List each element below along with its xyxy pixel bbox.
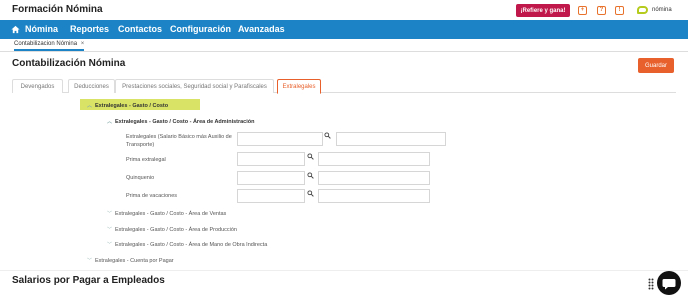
group-ventas-label: Extralegales - Gasto / Costo - Área de V…: [115, 211, 227, 217]
account-input[interactable]: [237, 189, 305, 203]
section-tabs: Devengados Deducciones Prestaciones soci…: [12, 79, 676, 94]
close-icon[interactable]: ×: [81, 41, 85, 47]
account-input[interactable]: [237, 152, 305, 166]
field-label-prima-extralegal: Prima extralegal: [126, 157, 166, 163]
nav-item-reportes[interactable]: Reportes: [70, 24, 109, 34]
tab-deducciones[interactable]: Deducciones: [68, 79, 115, 93]
account-name-field[interactable]: [336, 132, 446, 146]
plus-icon[interactable]: +: [578, 6, 587, 15]
nav-item-avanzadas[interactable]: Avanzadas: [238, 24, 285, 34]
account-name-field[interactable]: [318, 189, 430, 203]
account-input[interactable]: [237, 132, 323, 146]
page-title: Contabilización Nómina: [12, 58, 126, 69]
tree-group-indirecta[interactable]: ﹀ Extralegales - Gasto / Costo - Área de …: [107, 241, 267, 248]
group-indirecta-label: Extralegales - Gasto / Costo - Área de M…: [115, 242, 268, 248]
cuenta-por-pagar-label: Extralegales - Cuenta por Pagar: [95, 258, 174, 264]
main-nav: Nómina Reportes Contactos Configuración …: [0, 20, 688, 39]
tree-group-admin[interactable]: ︿ Extralegales - Gasto / Costo - Área de …: [107, 118, 255, 125]
bell-icon[interactable]: !: [615, 6, 624, 15]
section-title-salarios: Salarios por Pagar a Empleados: [12, 275, 165, 286]
nav-item-contactos[interactable]: Contactos: [118, 24, 162, 34]
logo-text: nómina: [652, 7, 672, 13]
search-icon[interactable]: [307, 172, 314, 179]
home-icon[interactable]: [11, 25, 20, 34]
tab-prestaciones[interactable]: Prestaciones sociales, Seguridad social …: [115, 79, 274, 93]
field-label-quinquenio: Quinquenio: [126, 175, 155, 181]
chat-icon: [662, 279, 676, 290]
group-admin-label: Extralegales - Gasto / Costo - Área de A…: [115, 119, 255, 125]
chat-button[interactable]: [657, 271, 681, 295]
tab-devengados[interactable]: Devengados: [12, 79, 63, 93]
save-button[interactable]: Guardar: [638, 58, 674, 73]
tree-root-label: Extralegales - Gasto / Costo: [95, 103, 169, 109]
tree-cuenta-por-pagar[interactable]: ﹀ Extralegales - Cuenta por Pagar: [87, 257, 174, 264]
account-input[interactable]: [237, 171, 305, 185]
drag-grip-icon[interactable]: [648, 278, 654, 290]
group-produccion-label: Extralegales - Gasto / Costo - Área de P…: [115, 227, 237, 233]
tab-extralegales[interactable]: Extralegales: [277, 79, 321, 94]
open-tabs-bar: Contabilizacion Nómina ×: [0, 39, 688, 52]
tree-root-row[interactable]: ︿ Extralegales - Gasto / Costo: [87, 102, 168, 109]
nav-item-configuracion[interactable]: Configuración: [170, 24, 231, 34]
tree-group-ventas[interactable]: ﹀ Extralegales - Gasto / Costo - Área de …: [107, 210, 226, 217]
field-label-prima-vacaciones: Prima de vacaciones: [126, 193, 178, 199]
account-name-field[interactable]: [318, 171, 430, 185]
open-tab-contabilizacion[interactable]: Contabilizacion Nómina ×: [14, 41, 85, 51]
chevron-down-icon: ﹀: [107, 242, 113, 248]
logo-icon: [637, 6, 648, 14]
field-label-extralegales: Extralegales (Salario Básico más Auxilio…: [126, 134, 232, 148]
chevron-up-icon: ︿: [107, 119, 113, 125]
search-icon[interactable]: [307, 190, 314, 197]
nav-item-nomina[interactable]: Nómina: [25, 24, 58, 34]
tree-group-produccion[interactable]: ﹀ Extralegales - Gasto / Costo - Área de …: [107, 226, 237, 233]
refer-button[interactable]: ¡Refiere y gana!: [516, 4, 570, 17]
help-icon[interactable]: ?: [597, 6, 606, 15]
chevron-up-icon: ︿: [87, 103, 93, 109]
chevron-down-icon: ﹀: [107, 211, 113, 217]
top-bar: Formación Nómina ¡Refiere y gana! + ? ! …: [0, 0, 688, 20]
open-tab-label: Contabilizacion Nómina: [14, 41, 78, 47]
account-name-field[interactable]: [318, 152, 430, 166]
search-icon[interactable]: [307, 153, 314, 160]
search-icon[interactable]: [324, 132, 331, 139]
app-title: Formación Nómina: [12, 4, 103, 15]
chevron-down-icon: ﹀: [107, 227, 113, 233]
section-divider: [0, 270, 688, 271]
chevron-down-icon: ﹀: [87, 258, 93, 264]
